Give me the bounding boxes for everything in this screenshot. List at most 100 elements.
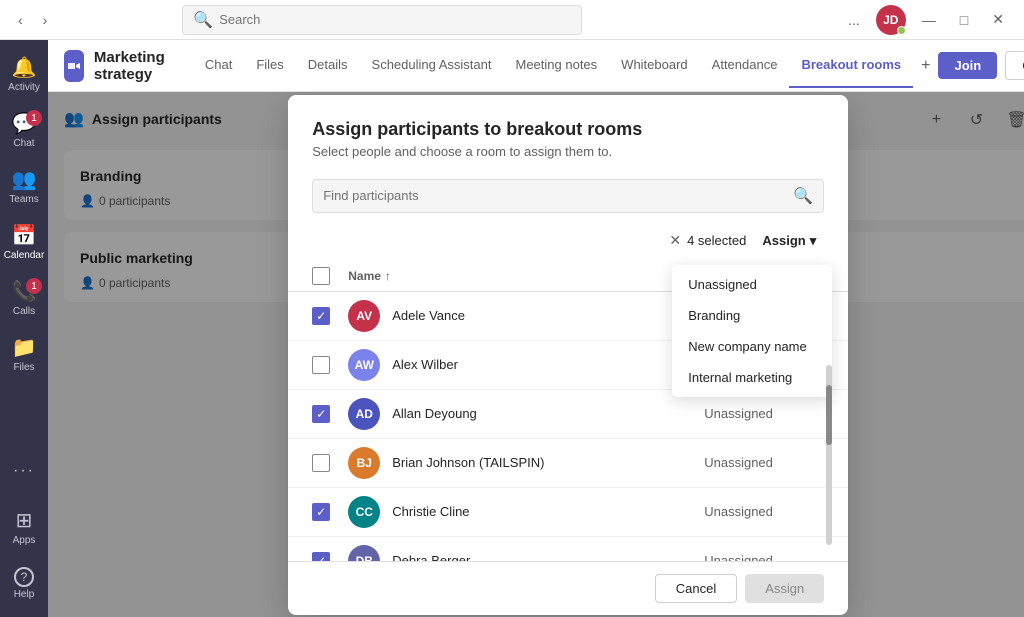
modal-subtitle: Select people and choose a room to assig… bbox=[312, 144, 824, 159]
modal-search-bar[interactable]: 🔍 bbox=[312, 179, 824, 213]
participant-avatar-alex: AW bbox=[348, 349, 380, 381]
participant-room-brian: Unassigned bbox=[704, 455, 824, 470]
participant-avatar-adele: AV bbox=[348, 300, 380, 332]
search-icon-modal: 🔍 bbox=[793, 186, 813, 206]
tab-chat[interactable]: Chat bbox=[193, 43, 244, 88]
modal-toolbar: ✕ 4 selected Assign ▾ Unassigned Brandin… bbox=[288, 225, 848, 261]
modal-overlay: Assign participants to breakout rooms Se… bbox=[48, 92, 1024, 617]
top-nav: Marketing strategy Chat Files Details Sc… bbox=[48, 40, 1024, 92]
participant-room-allan: Unassigned bbox=[704, 406, 824, 421]
participant-checkbox-allan[interactable]: ✓ bbox=[312, 405, 330, 423]
modal-assign-button[interactable]: Assign bbox=[745, 574, 824, 603]
sort-icon: ↑ bbox=[385, 269, 391, 283]
sidebar-item-label: Help bbox=[14, 589, 35, 600]
join-button[interactable]: Join bbox=[938, 52, 997, 79]
participant-name-alex: Alex Wilber bbox=[392, 357, 692, 372]
title-bar-left: ‹ › bbox=[12, 8, 53, 32]
table-row: ✓ CC Christie Cline Unassigned bbox=[288, 488, 848, 537]
table-row: ✓ AD Allan Deyoung Unassigned bbox=[288, 390, 848, 439]
nav-actions: Join Close bbox=[938, 51, 1024, 80]
activity-icon: 🔔 bbox=[12, 55, 37, 80]
tab-details[interactable]: Details bbox=[296, 43, 360, 88]
avatar[interactable]: JD bbox=[876, 5, 906, 35]
back-button[interactable]: ‹ bbox=[12, 8, 29, 32]
participant-avatar-brian: BJ bbox=[348, 447, 380, 479]
sidebar-item-more[interactable]: ··· bbox=[0, 445, 48, 497]
tab-scheduling[interactable]: Scheduling Assistant bbox=[360, 43, 504, 88]
sidebar-item-apps[interactable]: ⊞ Apps bbox=[0, 501, 48, 553]
calendar-icon: 📅 bbox=[12, 223, 37, 248]
sidebar-item-label: Files bbox=[13, 362, 34, 373]
more-icon: ··· bbox=[13, 462, 35, 480]
search-input[interactable] bbox=[219, 12, 571, 27]
forward-button[interactable]: › bbox=[37, 8, 54, 32]
participant-checkbox-brian[interactable] bbox=[312, 454, 330, 472]
column-name[interactable]: Name ↑ bbox=[348, 269, 692, 283]
participant-name-christie: Christie Cline bbox=[392, 504, 692, 519]
chevron-down-icon: ▾ bbox=[810, 233, 817, 249]
title-bar: ‹ › 🔍 ... JD — □ ✕ bbox=[0, 0, 1024, 40]
title-bar-right: ... JD — □ ✕ bbox=[840, 5, 1012, 35]
dropdown-scrollbar-thumb bbox=[826, 385, 832, 445]
search-icon: 🔍 bbox=[193, 10, 213, 30]
tab-whiteboard[interactable]: Whiteboard bbox=[609, 43, 699, 88]
sidebar-item-activity[interactable]: 🔔 Activity bbox=[0, 48, 48, 100]
participant-avatar-christie: CC bbox=[348, 496, 380, 528]
sidebar-item-label: Calls bbox=[13, 306, 35, 317]
participant-checkbox-adele[interactable]: ✓ bbox=[312, 307, 330, 325]
participant-search-input[interactable] bbox=[323, 188, 785, 203]
table-row: BJ Brian Johnson (TAILSPIN) Unassigned bbox=[288, 439, 848, 488]
assign-participants-modal: Assign participants to breakout rooms Se… bbox=[288, 95, 848, 615]
participant-room-christie: Unassigned bbox=[704, 504, 824, 519]
breakout-content: 👥 Assign participants JD Branding ··· 👤 … bbox=[48, 92, 1024, 617]
assign-label: Assign bbox=[762, 233, 805, 248]
table-row: ✓ DB Debra Berger Unassigned bbox=[288, 537, 848, 561]
apps-icon: ⊞ bbox=[16, 508, 33, 533]
dropdown-item-internal[interactable]: Internal marketing bbox=[672, 362, 832, 393]
add-tab-button[interactable]: + bbox=[913, 49, 938, 83]
sidebar-item-label: Activity bbox=[8, 82, 40, 93]
sidebar-item-help[interactable]: ? Help bbox=[0, 557, 48, 609]
assign-dropdown-button[interactable]: Assign ▾ bbox=[754, 229, 824, 253]
modal-footer: Cancel Assign bbox=[288, 561, 848, 615]
modal-header: Assign participants to breakout rooms Se… bbox=[288, 95, 848, 167]
dropdown-item-unassigned[interactable]: Unassigned bbox=[672, 269, 832, 300]
cancel-button[interactable]: Cancel bbox=[655, 574, 737, 603]
nav-tabs: Chat Files Details Scheduling Assistant … bbox=[193, 43, 939, 88]
teams-icon: 👥 bbox=[12, 167, 37, 192]
sidebar-item-teams[interactable]: 👥 Teams bbox=[0, 160, 48, 212]
sidebar-item-calls[interactable]: 📞 Calls 1 bbox=[0, 272, 48, 324]
modal-title: Assign participants to breakout rooms bbox=[312, 119, 824, 140]
selected-count: 4 selected bbox=[687, 233, 746, 248]
more-options-button[interactable]: ... bbox=[840, 8, 868, 32]
maximize-button[interactable]: □ bbox=[952, 8, 976, 32]
dropdown-item-new-company[interactable]: New company name bbox=[672, 331, 832, 362]
sidebar-item-label: Chat bbox=[13, 138, 34, 149]
app-shell: 🔔 Activity 💬 Chat 1 👥 Teams 📅 Calendar 📞… bbox=[0, 40, 1024, 617]
sidebar-item-calendar[interactable]: 📅 Calendar bbox=[0, 216, 48, 268]
files-icon: 📁 bbox=[12, 335, 37, 360]
tab-meetingnotes[interactable]: Meeting notes bbox=[504, 43, 610, 88]
dropdown-item-branding[interactable]: Branding bbox=[672, 300, 832, 331]
clear-selection-button[interactable]: ✕ bbox=[669, 232, 681, 249]
minimize-button[interactable]: — bbox=[914, 8, 944, 32]
dropdown-scrollbar bbox=[826, 365, 832, 545]
participant-checkbox-debra[interactable]: ✓ bbox=[312, 552, 330, 561]
participant-checkbox-alex[interactable] bbox=[312, 356, 330, 374]
select-all-checkbox[interactable] bbox=[312, 267, 330, 285]
global-search-bar[interactable]: 🔍 bbox=[182, 5, 582, 35]
participant-room-debra: Unassigned bbox=[704, 553, 824, 561]
participant-checkbox-christie[interactable]: ✓ bbox=[312, 503, 330, 521]
close-window-button[interactable]: ✕ bbox=[984, 7, 1012, 32]
tab-files[interactable]: Files bbox=[244, 43, 295, 88]
sidebar-item-chat[interactable]: 💬 Chat 1 bbox=[0, 104, 48, 156]
sidebar-item-label: Teams bbox=[9, 194, 38, 205]
close-meeting-button[interactable]: Close bbox=[1005, 51, 1024, 80]
sidebar-item-files[interactable]: 📁 Files bbox=[0, 328, 48, 380]
assign-dropdown-menu: Unassigned Branding New company name Int… bbox=[672, 265, 832, 397]
calls-badge: 1 bbox=[26, 278, 42, 294]
help-icon: ? bbox=[14, 567, 34, 587]
participant-name-debra: Debra Berger bbox=[392, 553, 692, 561]
tab-breakout[interactable]: Breakout rooms bbox=[789, 43, 913, 88]
tab-attendance[interactable]: Attendance bbox=[700, 43, 790, 88]
